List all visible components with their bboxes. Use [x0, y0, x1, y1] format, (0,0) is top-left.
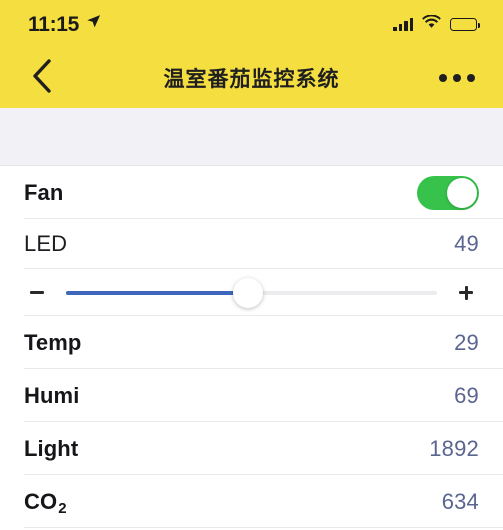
list-row-led[interactable]: LED 49 — [0, 219, 503, 269]
list-row-fan[interactable]: Fan — [0, 166, 503, 219]
status-bar-right — [393, 13, 480, 34]
more-options-button[interactable] — [433, 58, 481, 98]
humi-label: Humi — [24, 382, 80, 408]
led-slider-thumb[interactable] — [232, 277, 263, 308]
fan-label: Fan — [24, 179, 64, 205]
wifi-icon — [422, 13, 441, 34]
light-value: 1892 — [429, 435, 479, 461]
app-header: 11:15 温室番茄监控系统 — [0, 0, 503, 108]
section-spacer — [0, 108, 503, 166]
plus-icon[interactable] — [453, 280, 479, 306]
list-row-co2: CO2 634 — [0, 475, 503, 528]
navigation-bar: 温室番茄监控系统 — [0, 48, 503, 108]
more-dot-3 — [467, 74, 475, 82]
app-root: 11:15 温室番茄监控系统 Fan LED 49 Temp 29 Humi 6… — [0, 0, 503, 530]
co2-label-text: CO — [24, 488, 58, 514]
led-label: LED — [24, 231, 68, 256]
light-label: Light — [24, 435, 79, 461]
temp-value: 29 — [454, 329, 479, 355]
control-list: Fan LED 49 Temp 29 Humi 69 Light 1892 CO… — [0, 166, 503, 528]
cellular-signal-icon — [393, 17, 413, 31]
sensor-rows: Temp 29 Humi 69 Light 1892 CO2 634 — [0, 316, 503, 528]
list-row-humi: Humi 69 — [0, 369, 503, 422]
minus-icon[interactable] — [24, 280, 50, 306]
co2-value: 634 — [441, 488, 479, 514]
status-bar: 11:15 — [0, 0, 503, 48]
page-title: 温室番茄监控系统 — [163, 68, 340, 91]
temp-label: Temp — [24, 329, 82, 355]
led-value: 49 — [454, 231, 479, 256]
list-row-temp: Temp 29 — [0, 316, 503, 369]
status-bar-clock: 11:15 — [28, 12, 80, 36]
more-horizontal-icon — [439, 74, 447, 82]
led-slider[interactable] — [66, 277, 437, 308]
location-arrow-icon — [86, 14, 101, 34]
co2-label: CO2 — [24, 488, 67, 517]
battery-full-icon — [450, 17, 480, 31]
list-row-light: Light 1892 — [0, 422, 503, 475]
fan-toggle-switch[interactable] — [417, 175, 479, 210]
led-slider-row[interactable] — [0, 269, 503, 316]
status-bar-left: 11:15 — [28, 14, 101, 35]
fan-toggle-knob — [447, 177, 477, 208]
more-dot-2 — [453, 74, 461, 82]
co2-subscript: 2 — [58, 499, 67, 517]
humi-value: 69 — [454, 382, 479, 408]
led-slider-fill — [66, 290, 248, 295]
